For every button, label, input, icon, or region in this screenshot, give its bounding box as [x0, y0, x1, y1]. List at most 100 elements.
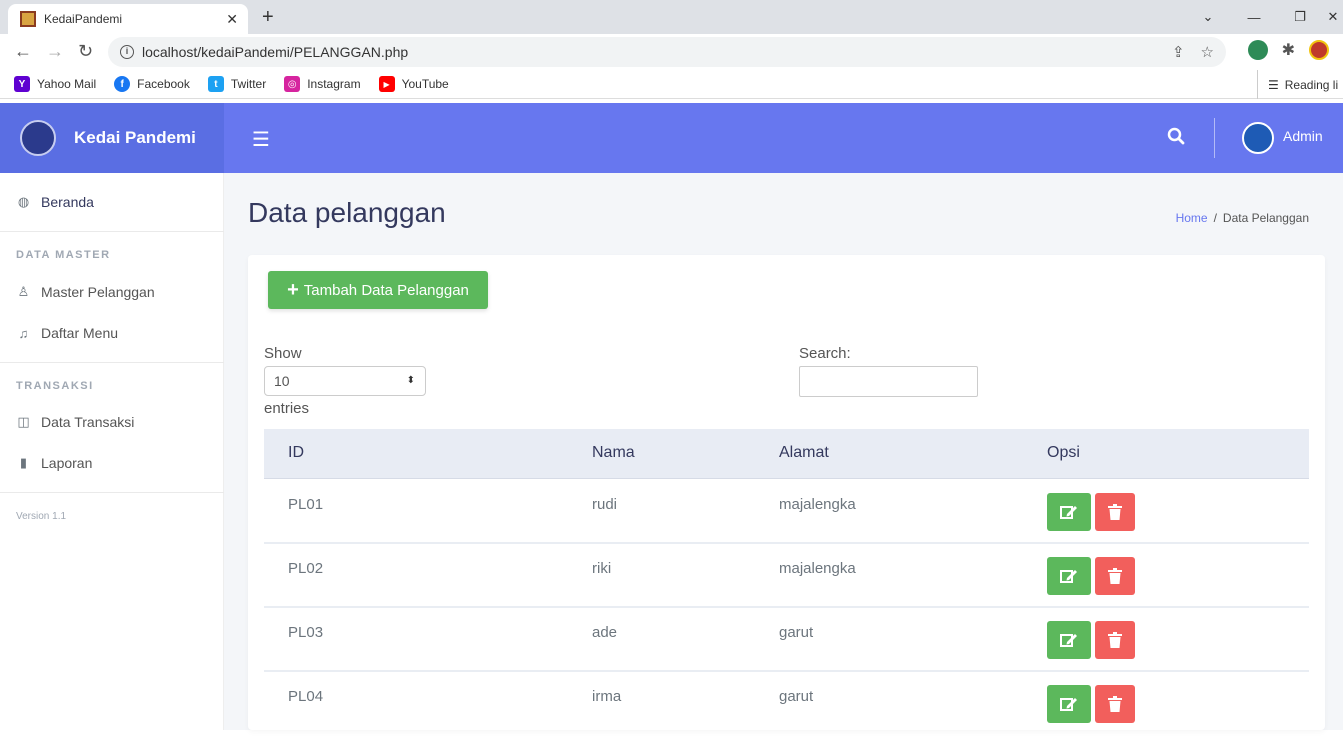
cell-id: PL01 — [288, 496, 324, 513]
sidebar-divider — [0, 231, 224, 232]
bookmark-twitter[interactable]: t Twitter — [207, 76, 266, 92]
minimize-button[interactable]: — — [1231, 10, 1277, 25]
trash-icon — [1108, 568, 1122, 584]
add-customer-button[interactable]: + Tambah Data Pelanggan — [268, 271, 488, 309]
bookmark-yahoo-mail[interactable]: Y Yahoo Mail — [14, 76, 96, 92]
sidebar-divider — [0, 492, 224, 493]
cell-id: PL03 — [288, 624, 324, 641]
search-label: Search: — [799, 345, 851, 362]
delete-button[interactable] — [1095, 685, 1135, 723]
profile-avatar-icon[interactable] — [1309, 40, 1329, 60]
close-window-button[interactable]: ✕ — [1323, 9, 1343, 25]
version-label: Version 1.1 — [16, 511, 67, 522]
edit-button[interactable] — [1047, 557, 1091, 595]
sidebar-item-daftar-menu[interactable]: ♫ Daftar Menu — [16, 325, 118, 341]
user-name[interactable]: Admin — [1283, 128, 1323, 144]
plus-icon: + — [287, 279, 299, 301]
sidebar-section-heading: DATA MASTER — [16, 249, 111, 261]
user-icon: ♙ — [17, 284, 30, 299]
column-header-alamat[interactable]: Alamat — [779, 444, 829, 462]
restore-button[interactable]: ❐ — [1277, 9, 1323, 25]
site-favicon-icon — [20, 11, 36, 27]
back-arrow-icon[interactable]: ← — [14, 41, 32, 62]
bookmark-youtube[interactable]: ▶ YouTube — [378, 76, 449, 92]
user-avatar[interactable] — [1242, 122, 1274, 154]
share-icon[interactable]: ⇪ — [1172, 43, 1185, 61]
sidebar-item-master-pelanggan[interactable]: ♙ Master Pelanggan — [16, 284, 155, 300]
edit-button[interactable] — [1047, 493, 1091, 531]
column-header-opsi: Opsi — [1047, 444, 1080, 461]
address-bar[interactable]: i localhost/kedaiPandemi/PELANGGAN.php ⇪… — [108, 37, 1226, 67]
column-header-nama[interactable]: Nama — [592, 444, 635, 462]
breadcrumb: Home / Data Pelanggan — [1176, 211, 1309, 225]
edit-button[interactable] — [1047, 621, 1091, 659]
tab-title: KedaiPandemi — [44, 12, 123, 26]
extensions-puzzle-icon[interactable]: ✱ — [1282, 40, 1295, 60]
edit-icon — [1060, 634, 1077, 647]
facebook-icon: f — [114, 76, 131, 92]
bell-icon: ♫ — [18, 325, 29, 341]
edit-icon — [1060, 698, 1077, 711]
breadcrumb-home-link[interactable]: Home — [1176, 211, 1208, 225]
bookmarks-bar: Y Yahoo Mail f Facebook t Twitter ◎ Inst… — [0, 70, 1343, 99]
edit-icon — [1060, 506, 1077, 519]
edit-button[interactable] — [1047, 685, 1091, 723]
browser-tab-strip: KedaiPandemi ✕ + ⌄ — ❐ ✕ — [0, 0, 1343, 34]
file-icon: ▮ — [19, 455, 28, 470]
new-tab-button[interactable]: + — [262, 6, 274, 29]
delete-button[interactable] — [1095, 557, 1135, 595]
site-info-icon[interactable]: i — [120, 45, 134, 59]
browser-toolbar: ← → ↻ i localhost/kedaiPandemi/PELANGGAN… — [0, 34, 1343, 70]
select-updown-icon: ⬍ — [406, 375, 415, 386]
top-navbar: ☰ Admin — [224, 103, 1343, 173]
cell-alamat: garut — [779, 624, 814, 641]
bookmark-star-icon[interactable]: ☆ — [1201, 43, 1214, 61]
extension-globe-icon[interactable] — [1247, 40, 1268, 60]
search-icon[interactable] — [1167, 127, 1185, 145]
cell-id: PL04 — [288, 688, 324, 705]
sidebar: ◍ Beranda DATA MASTER ♙ Master Pelanggan… — [0, 173, 224, 730]
reload-icon[interactable]: ↻ — [78, 41, 93, 62]
cell-nama: rudi — [592, 496, 618, 513]
delete-button[interactable] — [1095, 493, 1135, 531]
cell-alamat: majalengka — [779, 496, 856, 513]
tab-close-icon[interactable]: ✕ — [226, 11, 238, 28]
sidebar-toggle-menu-icon[interactable]: ☰ — [252, 127, 270, 152]
page-length-select[interactable]: 10 ⬍ — [264, 366, 426, 396]
data-card: + Tambah Data Pelanggan Show 10 ⬍ entrie… — [248, 255, 1325, 730]
sidebar-item-laporan[interactable]: ▮ Laporan — [16, 455, 92, 471]
trash-icon — [1108, 632, 1122, 648]
cell-alamat: garut — [779, 688, 814, 705]
cell-nama: riki — [592, 560, 612, 577]
show-label: Show — [264, 345, 302, 362]
sidebar-item-beranda[interactable]: ◍ Beranda — [16, 194, 94, 210]
columns-icon: ◫ — [17, 414, 30, 429]
trash-icon — [1108, 504, 1122, 520]
main-content: Data pelanggan Home / Data Pelanggan + T… — [224, 173, 1343, 730]
brand-logo-icon — [20, 120, 56, 156]
reading-list-button[interactable]: ☰ Reading li — [1257, 70, 1343, 99]
breadcrumb-current: Data Pelanggan — [1222, 211, 1309, 225]
bookmark-facebook[interactable]: f Facebook — [114, 76, 190, 92]
page-title: Data pelanggan — [248, 197, 446, 228]
tab-search-chevron-icon[interactable]: ⌄ — [1185, 9, 1231, 25]
browser-tab[interactable]: KedaiPandemi ✕ — [8, 4, 248, 34]
youtube-icon: ▶ — [378, 76, 395, 92]
twitter-icon: t — [207, 76, 224, 92]
breadcrumb-separator: / — [1213, 211, 1217, 225]
dashboard-gauge-icon: ◍ — [17, 194, 30, 209]
brand-area[interactable]: Kedai Pandemi — [0, 103, 224, 173]
instagram-icon: ◎ — [284, 76, 301, 92]
table-row: PL04 irma garut — [264, 672, 1309, 736]
delete-button[interactable] — [1095, 621, 1135, 659]
cell-id: PL02 — [288, 560, 324, 577]
yahoo-icon: Y — [14, 76, 30, 92]
sidebar-item-data-transaksi[interactable]: ◫ Data Transaksi — [16, 414, 134, 430]
cell-nama: irma — [592, 688, 622, 705]
forward-arrow-icon[interactable]: → — [46, 41, 64, 62]
url-text[interactable]: localhost/kedaiPandemi/PELANGGAN.php — [142, 44, 408, 60]
table-search-input[interactable] — [799, 366, 978, 397]
cell-nama: ade — [592, 624, 618, 641]
column-header-id[interactable]: ID — [288, 444, 304, 462]
bookmark-instagram[interactable]: ◎ Instagram — [284, 76, 361, 92]
